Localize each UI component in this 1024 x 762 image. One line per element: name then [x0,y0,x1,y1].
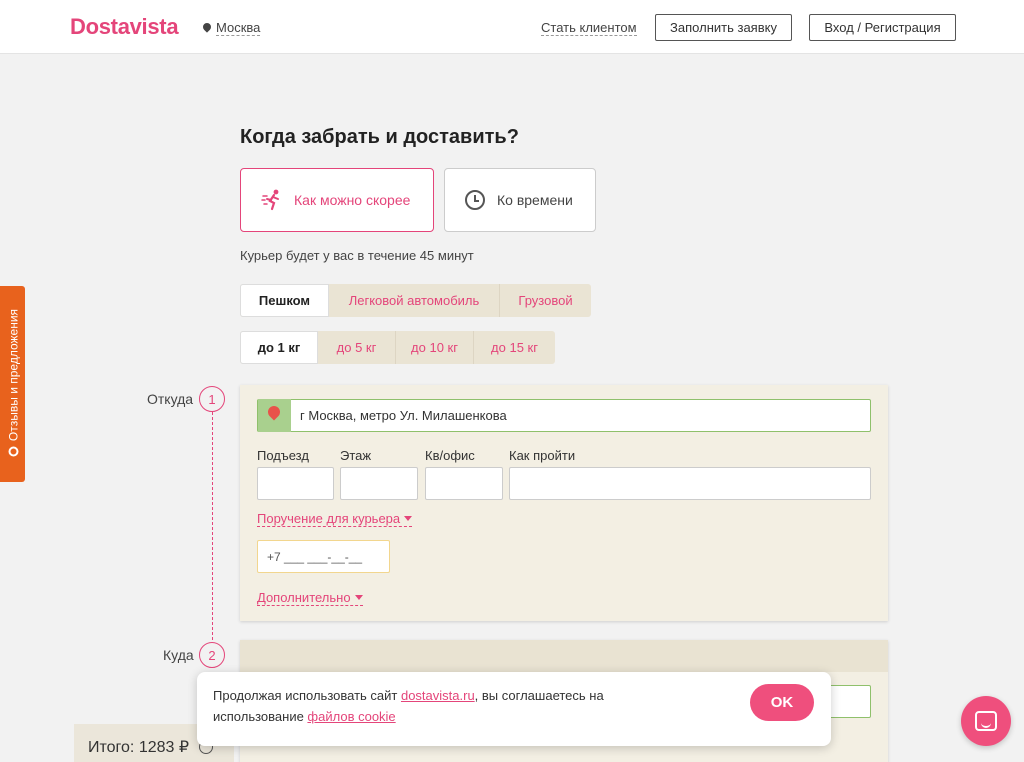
directions-input[interactable] [509,467,871,500]
city-label: Москва [216,20,261,36]
chevron-down-icon [404,516,413,521]
feedback-tab[interactable]: Отзывы и предложения [0,286,25,482]
floor-label: Этаж [340,448,372,463]
weight-15kg[interactable]: до 15 кг [474,331,555,364]
scheduled-label: Ко времени [497,192,573,208]
eta-text: Курьер будет у вас в течение 45 минут [240,248,474,263]
cookie-ok-button[interactable]: OK [750,684,814,721]
feedback-icon [8,446,18,457]
asap-option[interactable]: Как можно скорее [240,168,434,232]
city-selector[interactable]: Москва [201,20,261,36]
entrance-label: Подъезд [257,448,309,463]
map-pin-icon[interactable] [258,399,291,432]
chat-button[interactable] [961,696,1011,746]
weight-1kg[interactable]: до 1 кг [240,331,318,364]
transport-walk[interactable]: Пешком [240,284,329,317]
clock-icon [465,190,485,210]
chat-icon [975,711,997,731]
transport-truck[interactable]: Грузовой [500,284,591,317]
apartment-input[interactable] [425,467,503,500]
phone-input[interactable]: +7 ___ ___-__-__ [257,540,390,573]
step-connector [212,412,213,640]
courier-task-link[interactable]: Поручение для курьера [257,511,413,527]
weight-selector: до 1 кг до 5 кг до 10 кг до 15 кг [240,331,555,364]
site-link[interactable]: dostavista.ru [401,688,475,703]
total-text: Итого: 1283 ₽ [88,738,190,756]
page-title: Когда забрать и доставить? [240,126,519,148]
from-card: г Москва, метро Ул. Милашенкова Подъезд … [240,385,888,621]
login-button[interactable]: Вход / Регистрация [809,14,956,41]
scheduled-option[interactable]: Ко времени [444,168,596,232]
more-options-link[interactable]: Дополнительно [257,590,363,606]
cookie-files-link[interactable]: файлов cookie [307,709,395,724]
floor-input[interactable] [340,467,418,500]
more-options-text: Дополнительно [257,590,351,605]
from-label: Откуда [147,391,194,407]
cookie-banner: Продолжая использовать сайт dostavista.r… [197,672,831,746]
weight-10kg[interactable]: до 10 кг [396,331,474,364]
apartment-label: Кв/офис [425,448,475,463]
from-address-value: г Москва, метро Ул. Милашенкова [300,408,507,423]
feedback-text: Отзывы и предложения [6,308,20,442]
step-1-badge: 1 [199,386,225,412]
runner-icon [261,189,279,211]
fill-request-button[interactable]: Заполнить заявку [655,14,792,41]
logo[interactable]: Dostavista [70,14,179,40]
chevron-down-icon [354,595,363,600]
to-label: Куда [163,647,194,663]
become-client-link[interactable]: Стать клиентом [541,20,637,36]
step-2-badge: 2 [199,642,225,668]
to-card-header [240,640,888,672]
feedback-tab-label: Отзывы и предложения [1,286,26,480]
entrance-input[interactable] [257,467,334,500]
directions-label: Как пройти [509,448,576,463]
header: Dostavista Москва Стать клиентом Заполни… [0,0,1024,54]
transport-car[interactable]: Легковой автомобиль [329,284,500,317]
location-pin-icon [201,21,213,33]
asap-label: Как можно скорее [294,192,411,208]
transport-selector: Пешком Легковой автомобиль Грузовой [240,284,591,317]
courier-task-text: Поручение для курьера [257,511,401,526]
from-address-input[interactable]: г Москва, метро Ул. Милашенкова [257,399,871,432]
weight-5kg[interactable]: до 5 кг [318,331,396,364]
cookie-text: Продолжая использовать сайт dostavista.r… [213,688,604,724]
